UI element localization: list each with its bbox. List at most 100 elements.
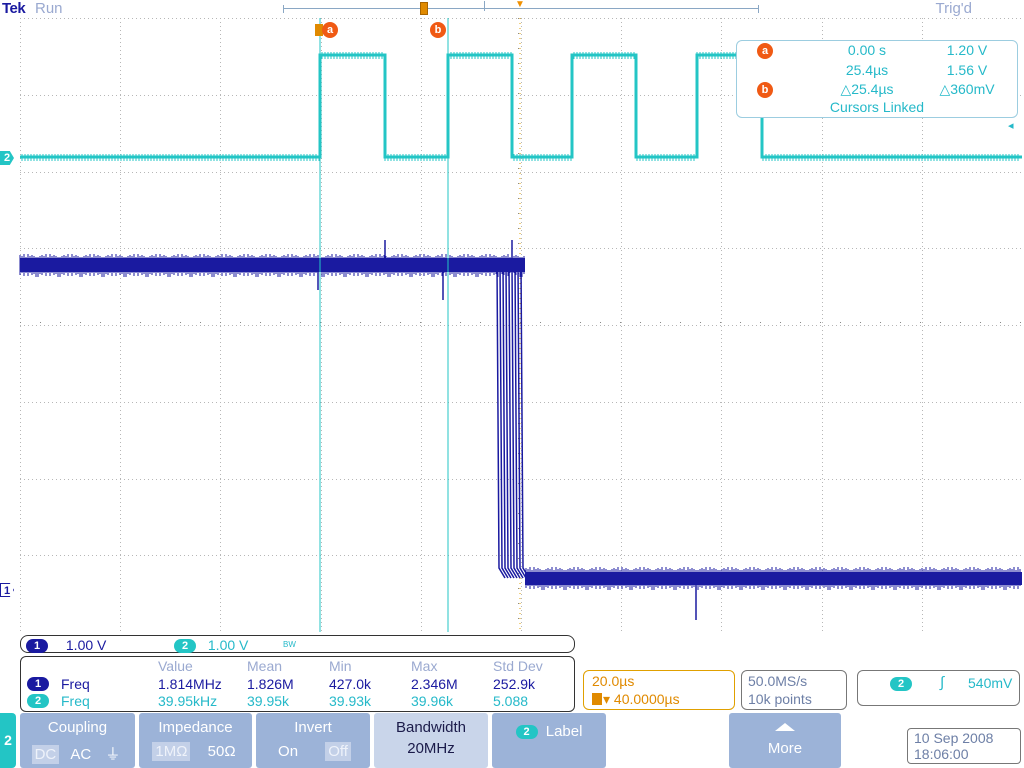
invert-on-option[interactable]: On (275, 742, 301, 761)
grid-dot (236, 18, 237, 19)
grid-dot (848, 479, 849, 480)
grid-dot (421, 462, 422, 463)
grid-dot (992, 18, 993, 19)
cursor-b-flag[interactable]: b (430, 22, 446, 38)
impedance-button[interactable]: Impedance 1MΩ 50Ω (139, 713, 252, 768)
grid-dot (120, 246, 121, 247)
grid-dot (428, 479, 429, 480)
grid-dot (724, 172, 725, 173)
grid-dot (372, 172, 373, 173)
grid-dot (604, 18, 605, 19)
impedance-1mohm-option[interactable]: 1MΩ (152, 742, 191, 761)
grid-dot (321, 530, 322, 531)
grid-dot (752, 325, 753, 326)
vertical-scale-bar[interactable]: 1 1.00 V 2 1.00 V BW (20, 635, 575, 654)
impedance-50ohm-option[interactable]: 50Ω (205, 742, 239, 761)
grid-dot (721, 142, 722, 143)
label-button[interactable]: 2 Label (492, 713, 606, 768)
grid-dot (20, 418, 21, 419)
grid-dot (721, 450, 722, 451)
grid-dot (168, 248, 169, 249)
grid-dot (321, 390, 322, 391)
grid-dot (268, 402, 269, 403)
grid-dot (52, 479, 53, 480)
grid-dot (592, 479, 593, 480)
grid-dot (321, 322, 322, 323)
grid-dot (621, 382, 622, 383)
grid-dot (696, 18, 697, 19)
measurement-table[interactable]: Value Mean Min Max Std Dev 1 Freq 1.814M… (20, 656, 575, 712)
grid-dot (908, 18, 909, 19)
grid-dot (721, 526, 722, 527)
channel-1-ground-marker[interactable]: 1 (0, 583, 14, 597)
cursor-a-flag[interactable]: a (322, 22, 338, 38)
grid-dot (316, 479, 317, 480)
grid-dot (748, 248, 749, 249)
grid-dot (721, 434, 722, 435)
grid-dot (120, 282, 121, 283)
grid-dot (924, 479, 925, 480)
invert-off-option[interactable]: Off (325, 742, 351, 761)
grid-dot (20, 82, 21, 83)
grid-dot (1012, 248, 1013, 249)
grid-dot (521, 402, 522, 403)
grid-dot (84, 95, 85, 96)
grid-dot (321, 510, 322, 511)
grid-dot (220, 66, 221, 67)
grid-dot (220, 526, 221, 527)
grid-dot (88, 172, 89, 173)
grid-dot (296, 18, 297, 19)
grid-dot (88, 555, 89, 556)
grid-dot (520, 248, 521, 249)
coupling-options: DC AC ⏚ (20, 742, 135, 765)
grid-dot (760, 18, 761, 19)
coupling-dc-option[interactable]: DC (31, 745, 60, 764)
grid-dot (808, 555, 809, 556)
grid-dot (421, 106, 422, 107)
grid-dot (40, 18, 41, 19)
grid-dot (656, 555, 657, 556)
channel-2-scale[interactable]: 2 1.00 V (174, 637, 248, 654)
trigger-settings[interactable]: 2 ∫ 540mV (857, 670, 1020, 706)
more-button[interactable]: More (729, 713, 841, 768)
grid-dot (476, 248, 477, 249)
grid-dot (580, 479, 581, 480)
grid-dot (421, 110, 422, 111)
grid-dot (352, 172, 353, 173)
grid-dot (220, 262, 221, 263)
grid-dot (40, 555, 41, 556)
horizontal-settings[interactable]: 20.0µs ▾ 40.0000µs (583, 670, 735, 710)
grid-dot (312, 248, 313, 249)
record-window-indicator[interactable] (420, 2, 428, 15)
grid-dot (416, 248, 417, 249)
invert-button[interactable]: Invert On Off (256, 713, 370, 768)
grid-dot (220, 438, 221, 439)
grid-dot (822, 390, 823, 391)
grid-dot (421, 582, 422, 583)
grid-dot (852, 325, 853, 326)
grid-dot (822, 310, 823, 311)
grid-dot (421, 166, 422, 167)
grid-dot (408, 248, 409, 249)
grid-dot (320, 172, 321, 173)
acquisition-settings[interactable]: 50.0MS/s 10k points (741, 670, 847, 710)
coupling-ac-option[interactable]: AC (67, 745, 94, 764)
grid-dot (64, 18, 65, 19)
channel-1-scale[interactable]: 1 1.00 V (26, 637, 106, 654)
grid-dot (336, 248, 337, 249)
grid-dot (822, 562, 823, 563)
coupling-button[interactable]: Coupling DC AC ⏚ (20, 713, 135, 768)
grid-dot (922, 202, 923, 203)
coupling-ground-icon[interactable]: ⏚ (102, 742, 123, 765)
bandwidth-button[interactable]: Bandwidth 20MHz (374, 713, 488, 768)
grid-dot (996, 172, 997, 173)
grid-dot (321, 618, 322, 619)
grid-dot (964, 555, 965, 556)
grid-dot (180, 248, 181, 249)
grid-dot (696, 479, 697, 480)
grid-dot (421, 30, 422, 31)
grid-dot (421, 78, 422, 79)
channel-2-ground-marker[interactable]: 2 (0, 151, 14, 165)
grid-dot (521, 430, 522, 431)
grid-dot (572, 479, 573, 480)
